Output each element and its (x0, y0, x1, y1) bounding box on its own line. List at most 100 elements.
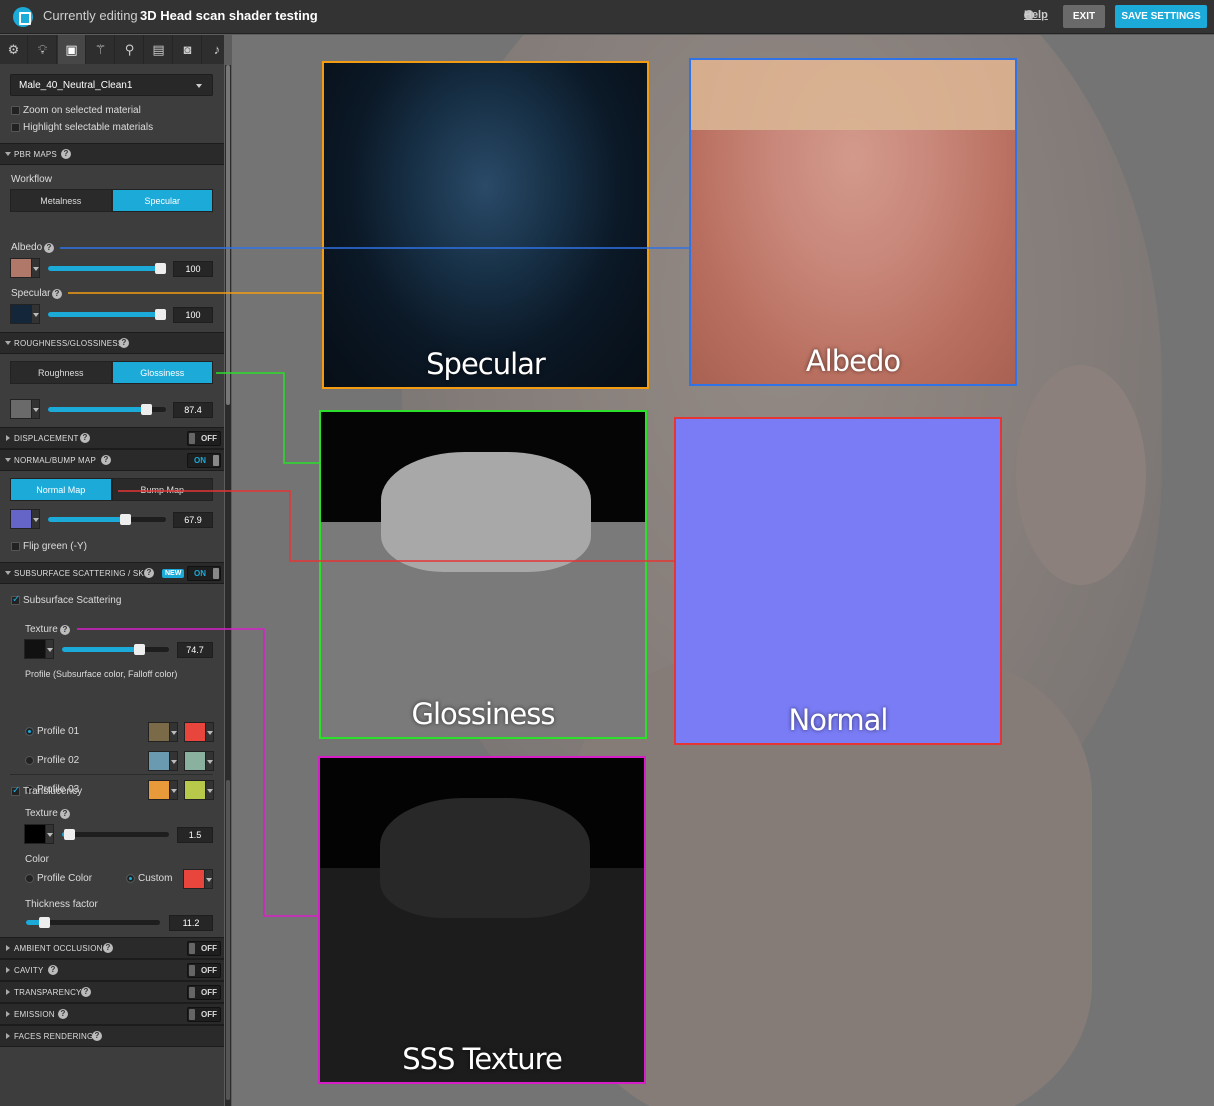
help-icon[interactable]: ? (52, 289, 62, 299)
subsurface-color-swatch[interactable] (148, 780, 170, 800)
falloff-color-swatch[interactable] (184, 722, 206, 742)
albedo-value-input[interactable]: 100 (173, 261, 213, 277)
sss-texture-value-input[interactable]: 74.7 (177, 642, 213, 658)
translucency-checkbox[interactable] (11, 785, 20, 796)
section-pbr-maps[interactable]: PBR MAPS ? (0, 143, 224, 165)
glossiness-value-input[interactable]: 87.4 (173, 402, 213, 418)
zoom-material-checkbox[interactable] (11, 106, 20, 115)
help-icon[interactable]: ? (44, 243, 54, 253)
section-faces-rendering[interactable]: FACES RENDERING ? (0, 1025, 224, 1047)
help-icon[interactable]: ? (60, 809, 70, 819)
glossiness-slider[interactable] (48, 404, 166, 415)
albedo-slider[interactable] (48, 263, 166, 274)
section-roughness-glossiness[interactable]: ROUGHNESS/GLOSSINESS ? (0, 332, 224, 354)
slider-thumb[interactable] (141, 404, 152, 415)
slider-thumb[interactable] (39, 917, 50, 928)
sidebar-scrollbar-thumb[interactable] (226, 65, 230, 405)
thickness-slider[interactable] (26, 917, 160, 928)
normal-texture-dropdown[interactable] (32, 509, 40, 529)
annotations-tab-pin-icon[interactable]: ⚲ (116, 35, 144, 64)
section-toggle[interactable]: OFF (187, 985, 221, 1000)
translucency-texture-dropdown[interactable] (46, 824, 54, 844)
specular-texture-swatch[interactable] (10, 304, 32, 324)
slider-thumb[interactable] (155, 309, 166, 320)
section-displacement[interactable]: DISPLACEMENT ? OFF (0, 427, 224, 449)
section-normal-bump-map[interactable]: NORMAL/BUMP MAP ? ON (0, 449, 224, 471)
general-tab-gear-icon[interactable]: ⚙ (0, 35, 28, 64)
displacement-toggle[interactable]: OFF (187, 431, 221, 446)
custom-color-swatch[interactable] (183, 869, 205, 889)
workflow-metalness-option[interactable]: Metalness (10, 189, 112, 212)
translucency-slider[interactable] (62, 829, 169, 840)
albedo-texture-dropdown[interactable] (32, 258, 40, 278)
section-transparency[interactable]: TRANSPARENCY ? OFF (0, 981, 224, 1003)
color-dropdown[interactable] (206, 722, 214, 742)
section-toggle[interactable]: OFF (187, 1007, 221, 1022)
normal-texture-swatch[interactable] (10, 509, 32, 529)
translucency-value-input[interactable]: 1.5 (177, 827, 213, 843)
help-icon[interactable]: ? (61, 149, 71, 159)
materials-tab-image-icon[interactable]: ▣ (58, 35, 86, 64)
roughness-option[interactable]: Roughness (10, 361, 112, 384)
section-cavity[interactable]: CAVITY ? OFF (0, 959, 224, 981)
color-dropdown[interactable] (206, 780, 214, 800)
sound-tab-sound-icon[interactable]: ♪ (203, 35, 231, 64)
falloff-color-swatch[interactable] (184, 751, 206, 771)
help-icon[interactable]: ? (58, 1009, 68, 1019)
section-toggle[interactable]: OFF (187, 963, 221, 978)
material-select[interactable]: Male_40_Neutral_Clean1 (10, 74, 213, 96)
thickness-value-input[interactable]: 11.2 (169, 915, 213, 931)
slider-thumb[interactable] (155, 263, 166, 274)
custom-color-dropdown[interactable] (205, 869, 213, 889)
slider-thumb[interactable] (134, 644, 145, 655)
color-dropdown[interactable] (170, 722, 178, 742)
section-subsurface-scattering[interactable]: SUBSURFACE SCATTERING / SKIN ? NEW ON (0, 562, 224, 584)
profile-color-radio[interactable] (25, 874, 34, 883)
color-dropdown[interactable] (170, 751, 178, 771)
help-icon[interactable]: ? (81, 987, 91, 997)
color-dropdown[interactable] (206, 751, 214, 771)
specular-slider[interactable] (48, 309, 166, 320)
normal-map-option[interactable]: Normal Map (10, 478, 112, 501)
sss-toggle[interactable]: ON (187, 566, 221, 581)
profile-radio[interactable] (25, 727, 34, 736)
subsurface-color-swatch[interactable] (148, 722, 170, 742)
help-icon[interactable]: ? (101, 455, 111, 465)
sss-enable-checkbox[interactable] (11, 594, 20, 605)
help-icon[interactable]: ? (80, 433, 90, 443)
subsurface-color-swatch[interactable] (148, 751, 170, 771)
custom-color-radio[interactable] (126, 874, 135, 883)
glossiness-texture-swatch[interactable] (10, 399, 32, 419)
normal-map-toggle[interactable]: ON (187, 453, 221, 468)
help-link[interactable]: Help (1024, 10, 1048, 21)
help-icon[interactable]: ? (119, 338, 129, 348)
translucency-texture-swatch[interactable] (24, 824, 46, 844)
glossiness-option[interactable]: Glossiness (111, 361, 213, 384)
profile-radio[interactable] (25, 756, 34, 765)
section-toggle[interactable]: OFF (187, 941, 221, 956)
sketchfab-logo-icon[interactable] (13, 7, 33, 27)
slider-thumb[interactable] (64, 829, 75, 840)
specular-texture-dropdown[interactable] (32, 304, 40, 324)
sss-texture-slider[interactable] (62, 644, 169, 655)
exit-button[interactable]: EXIT (1063, 5, 1105, 28)
help-icon[interactable]: ? (103, 943, 113, 953)
lighting-tab-lightbulb-icon[interactable]: 💡︎ (29, 35, 57, 64)
sss-texture-swatch[interactable] (24, 639, 46, 659)
animation-tab-film-icon[interactable]: ▤ (145, 35, 173, 64)
slider-thumb[interactable] (120, 514, 131, 525)
glossiness-texture-dropdown[interactable] (32, 399, 40, 419)
postprocess-tab-wand-icon[interactable]: ⚚ (87, 35, 115, 64)
section-ambient-occlusion[interactable]: AMBIENT OCCLUSION ? OFF (0, 937, 224, 959)
color-dropdown[interactable] (170, 780, 178, 800)
help-icon[interactable]: ? (60, 625, 70, 635)
specular-value-input[interactable]: 100 (173, 307, 213, 323)
section-emission[interactable]: EMISSION ? OFF (0, 1003, 224, 1025)
bump-map-option[interactable]: Bump Map (111, 478, 213, 501)
normal-slider[interactable] (48, 514, 166, 525)
help-icon[interactable]: ? (92, 1031, 102, 1041)
highlight-materials-checkbox[interactable] (11, 123, 20, 132)
falloff-color-swatch[interactable] (184, 780, 206, 800)
flip-green-checkbox[interactable] (11, 542, 20, 551)
normal-value-input[interactable]: 67.9 (173, 512, 213, 528)
